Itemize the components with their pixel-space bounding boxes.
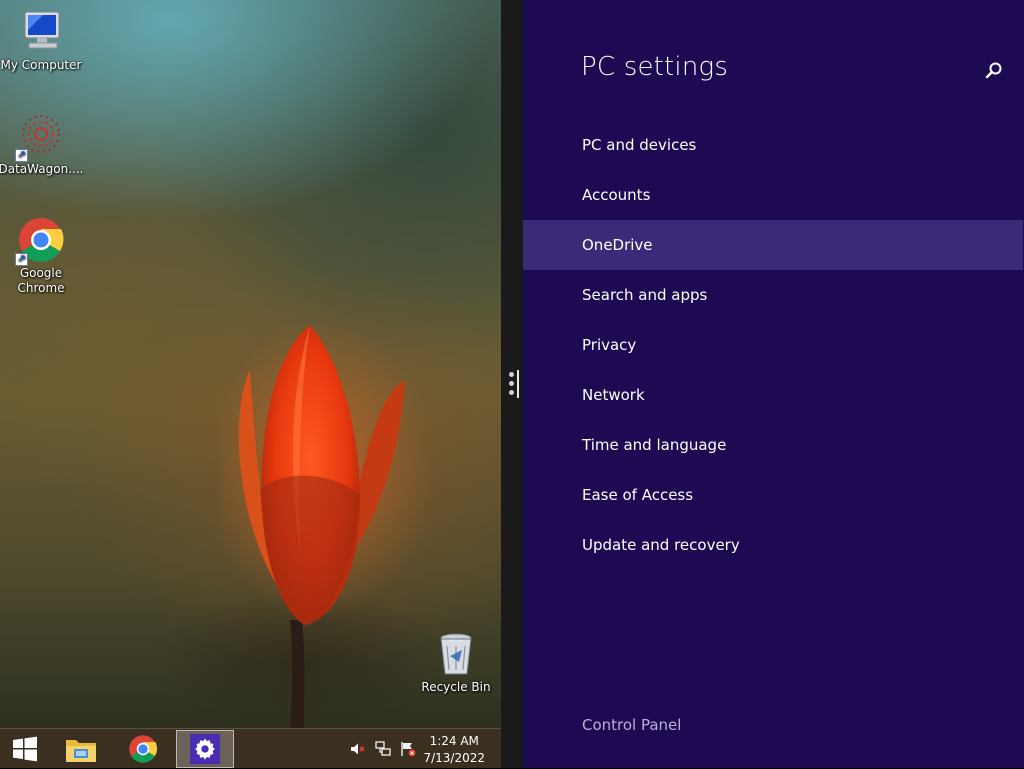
nav-item-update-and-recovery[interactable]: Update and recovery: [523, 520, 1023, 570]
pc-settings-icon: [190, 734, 220, 764]
datawagon-label: DataWagon....: [0, 162, 84, 176]
shortcut-arrow-icon: ↗: [15, 253, 28, 266]
pc-settings-app: PC settings PC and devices Accounts OneD…: [523, 0, 1024, 768]
taskbar: 1:24 AM 7/13/2022: [0, 728, 501, 768]
chrome-label-line2: Chrome: [17, 281, 65, 295]
divider-grip-dot: [509, 372, 514, 377]
chrome-icon: ↗: [15, 216, 65, 266]
nav-item-accounts[interactable]: Accounts: [523, 170, 1023, 220]
chrome-icon: [129, 735, 158, 763]
nav-item-privacy[interactable]: Privacy: [523, 320, 1023, 370]
search-icon[interactable]: [985, 61, 1003, 79]
pc-settings-taskbar-button[interactable]: [176, 730, 234, 768]
start-button[interactable]: [0, 729, 50, 769]
datawagon-desktop-icon[interactable]: ↗ DataWagon....: [0, 112, 84, 177]
nav-item-search-and-apps[interactable]: Search and apps: [523, 270, 1023, 320]
tulip-wallpaper-image: [220, 320, 430, 728]
nav-item-onedrive[interactable]: OneDrive: [523, 220, 1023, 270]
file-explorer-taskbar-button[interactable]: [56, 729, 106, 769]
recycle-bin-desktop-icon[interactable]: Recycle Bin: [413, 630, 499, 695]
snap-split-divider[interactable]: [501, 0, 523, 768]
divider-handle[interactable]: [517, 370, 519, 398]
file-explorer-icon: [66, 740, 96, 762]
start-icon: [13, 736, 37, 762]
nav-item-pc-and-devices[interactable]: PC and devices: [523, 120, 1023, 170]
nav-item-ease-of-access[interactable]: Ease of Access: [523, 470, 1023, 520]
nav-item-network[interactable]: Network: [523, 370, 1023, 420]
my-computer-label: My Computer: [0, 58, 82, 72]
action-center-flag-icon[interactable]: [400, 741, 416, 757]
control-panel-link[interactable]: Control Panel: [582, 716, 681, 734]
nav-item-time-and-language[interactable]: Time and language: [523, 420, 1023, 470]
my-computer-desktop-icon[interactable]: My Computer: [0, 8, 84, 73]
chrome-label-line1: Google: [19, 266, 63, 280]
volume-muted-icon[interactable]: [350, 741, 366, 757]
divider-grip-dot: [509, 381, 514, 386]
computer-monitor-icon: [17, 8, 65, 56]
datawagon-app-icon: ↗: [15, 112, 65, 162]
clock-date: 7/13/2022: [423, 751, 485, 765]
shortcut-arrow-icon: ↗: [15, 149, 28, 162]
desktop: My Computer ↗ DataWagon.... ↗ Google Chr…: [0, 0, 501, 728]
google-chrome-desktop-icon[interactable]: ↗ Google Chrome: [0, 216, 84, 296]
network-icon[interactable]: [375, 741, 391, 757]
recycle-bin-icon: [432, 630, 480, 678]
divider-grip-dot: [509, 390, 514, 395]
chrome-taskbar-button[interactable]: [118, 729, 168, 769]
taskbar-clock[interactable]: 1:24 AM 7/13/2022: [423, 733, 485, 767]
clock-time: 1:24 AM: [429, 734, 479, 748]
recycle-bin-label: Recycle Bin: [421, 680, 491, 694]
page-title: PC settings: [581, 52, 729, 82]
